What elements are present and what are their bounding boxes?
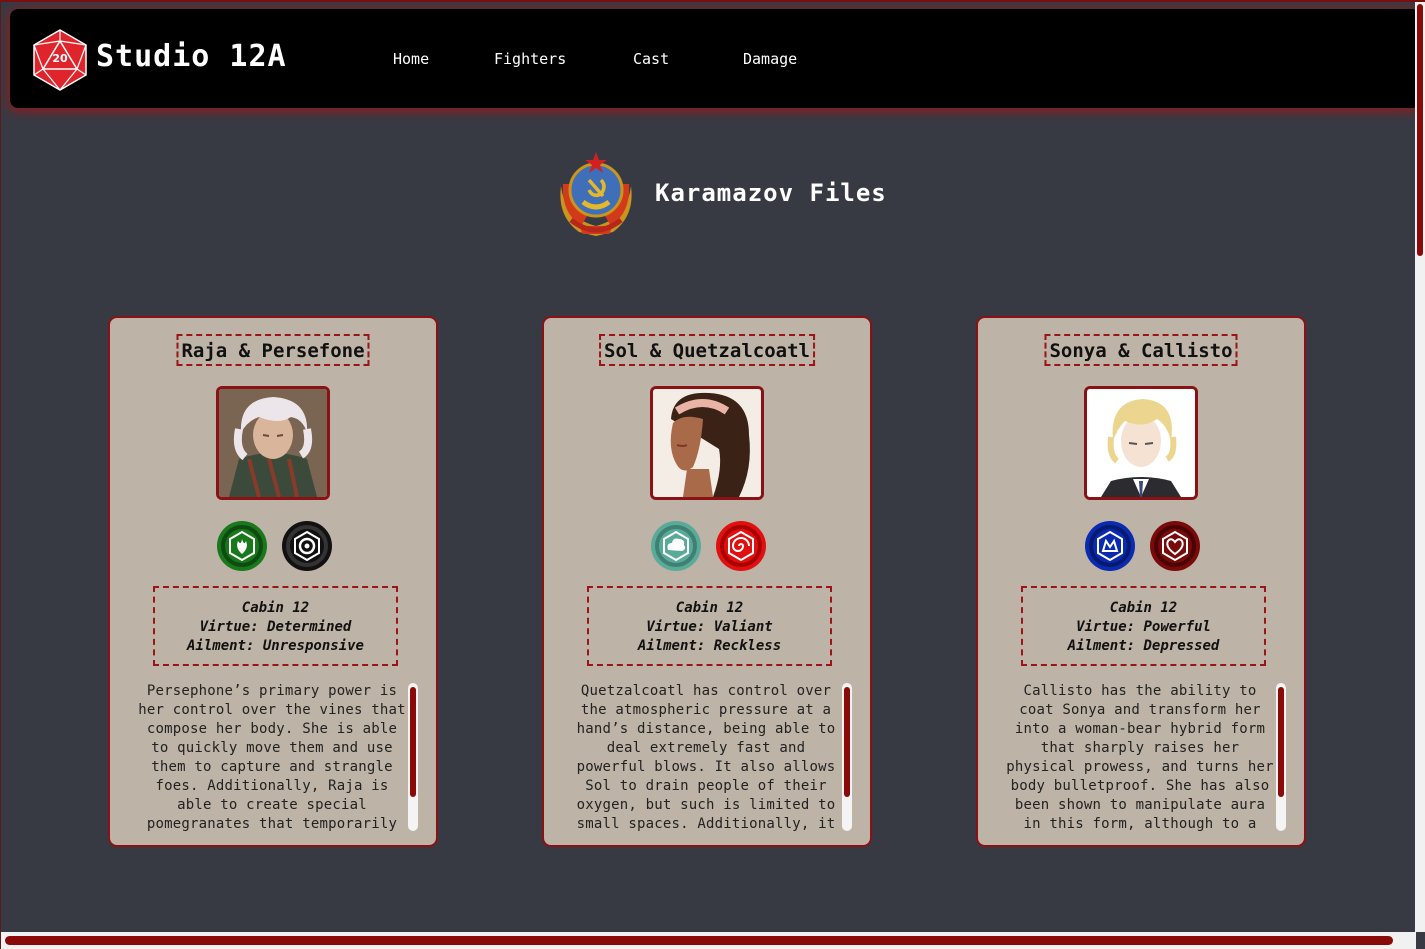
- bio-scroll-thumb[interactable]: [844, 687, 850, 797]
- ailment-label: Ailment: Depressed: [1067, 638, 1220, 654]
- page-vertical-scrollbar[interactable]: [1415, 2, 1425, 932]
- portrait-image: [216, 386, 330, 500]
- fighter-bio: Callisto has the ability to coat Sonya a…: [1006, 683, 1274, 832]
- spiral-icon[interactable]: [716, 521, 766, 571]
- bio-scrollbar[interactable]: [842, 683, 852, 831]
- fighter-info-box: Cabin 12 Virtue: Valiant Ailment: Reckle…: [587, 586, 832, 666]
- d20-logo-icon[interactable]: 20: [32, 29, 88, 91]
- cabin-label: Cabin 12: [1109, 600, 1178, 616]
- virtue-label: Virtue: Determined: [199, 619, 352, 635]
- portrait-image: [650, 386, 764, 500]
- cabin-label: Cabin 12: [241, 600, 310, 616]
- portrait-image: [1084, 386, 1198, 500]
- nav-link-damage[interactable]: Damage: [743, 50, 797, 68]
- nav-link-fighters[interactable]: Fighters: [494, 50, 566, 68]
- nav-link-home[interactable]: Home: [393, 50, 429, 68]
- ussr-emblem-icon: [560, 152, 632, 236]
- card-title: Sonya & Callisto: [1044, 334, 1238, 366]
- horizontal-scroll-thumb[interactable]: [5, 936, 1393, 945]
- bio-scroll-thumb[interactable]: [1278, 687, 1284, 797]
- brand-title[interactable]: Studio 12A: [96, 39, 287, 74]
- fighter-info-box: Cabin 12 Virtue: Powerful Ailment: Depre…: [1021, 586, 1266, 666]
- fighter-bio: Quetzalcoatl has control over the atmosp…: [576, 683, 836, 832]
- fighter-card: Sol & Quetzalcoatl Cabin 12 Virtue: Vali…: [542, 316, 872, 847]
- fighter-card: Sonya & Callisto Cabin 12 Virtue: Powerf…: [976, 316, 1306, 847]
- flower-icon[interactable]: [282, 521, 332, 571]
- virtue-label: Virtue: Valiant: [646, 619, 773, 635]
- fighter-bio: Persephone’s primary power is her contro…: [138, 683, 406, 832]
- vertical-scroll-thumb[interactable]: [1417, 4, 1423, 256]
- heart-icon[interactable]: [1150, 521, 1200, 571]
- nav-link-cast[interactable]: Cast: [633, 50, 669, 68]
- leaf-flame-icon[interactable]: [217, 521, 267, 571]
- bio-scroll-thumb[interactable]: [410, 687, 416, 797]
- bio-scrollbar[interactable]: [408, 683, 418, 831]
- page-title: Karamazov Files: [655, 179, 887, 207]
- ailment-label: Ailment: Unresponsive: [186, 638, 364, 654]
- svg-text:20: 20: [52, 52, 68, 65]
- bio-scrollbar[interactable]: [1276, 683, 1286, 831]
- virtue-label: Virtue: Powerful: [1076, 619, 1211, 635]
- beast-icon[interactable]: [1085, 521, 1135, 571]
- cabin-label: Cabin 12: [675, 600, 744, 616]
- ailment-label: Ailment: Reckless: [637, 638, 782, 654]
- cloud-icon[interactable]: [651, 521, 701, 571]
- page-header: Karamazov Files: [549, 146, 887, 240]
- card-title: Sol & Quetzalcoatl: [599, 334, 815, 366]
- page-horizontal-scrollbar[interactable]: [1, 932, 1416, 949]
- card-title: Raja & Persefone: [176, 334, 370, 366]
- top-navbar: 20 Studio 12A Home Fighters Cast Damage: [10, 9, 1420, 108]
- fighter-info-box: Cabin 12 Virtue: Determined Ailment: Unr…: [153, 586, 398, 666]
- fighter-card: Raja & Persefone Cabin 12 Virtue: Determ…: [108, 316, 438, 847]
